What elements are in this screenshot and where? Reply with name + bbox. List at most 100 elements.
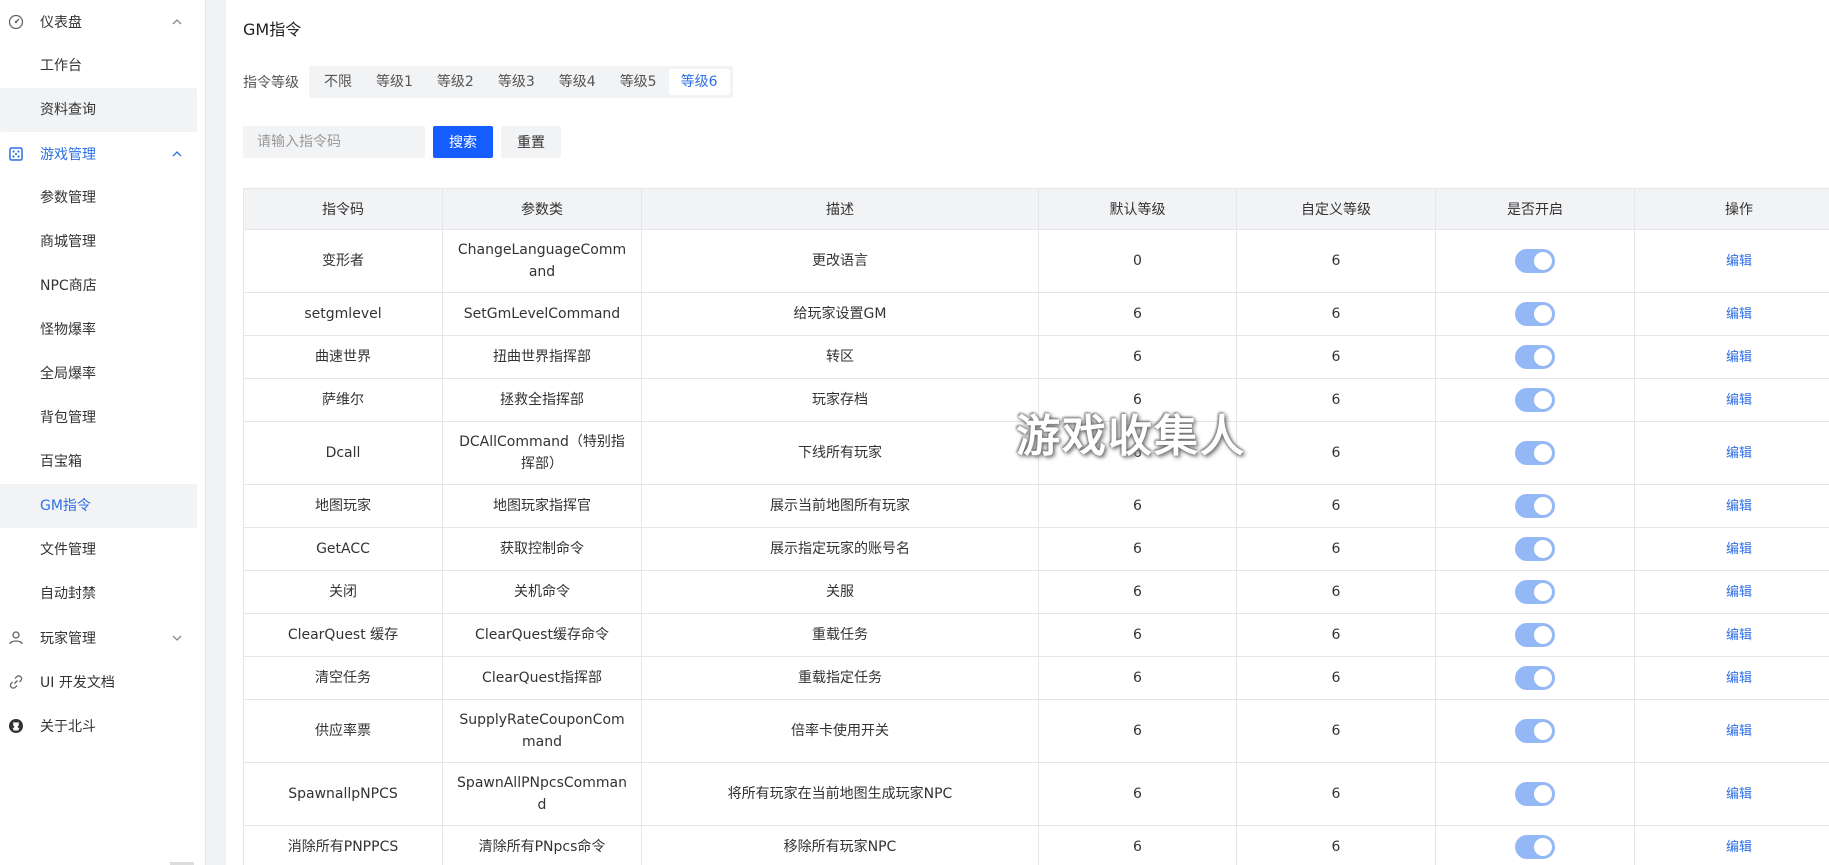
sidebar-group-ui-docs[interactable]: UI 开发文档 xyxy=(0,660,205,704)
sidebar-item-gm-commands[interactable]: GM指令 xyxy=(0,484,197,528)
edit-link[interactable]: 编辑 xyxy=(1726,499,1752,514)
table-row: 地图玩家 地图玩家指挥官 展示当前地图所有玩家 6 6 编辑 xyxy=(243,484,1829,528)
desc-cell: 倍率卡使用开关 xyxy=(641,699,1039,763)
edit-link[interactable]: 编辑 xyxy=(1726,446,1752,461)
sidebar-item-workbench[interactable]: 工作台 xyxy=(0,44,197,88)
desc-cell: 下线所有玩家 xyxy=(641,421,1039,485)
toggle-knob xyxy=(1534,305,1552,323)
search-button[interactable]: 搜索 xyxy=(433,126,493,158)
toggle-knob xyxy=(1534,540,1552,558)
edit-link[interactable]: 编辑 xyxy=(1726,628,1752,643)
level-filter: 指令等级 不限 等级1 等级2 等级3 等级4 等级5 等级6 xyxy=(243,66,733,98)
sidebar-item-params[interactable]: 参数管理 xyxy=(0,176,197,220)
default-level-cell: 6 xyxy=(1038,613,1237,657)
actions-cell: 编辑 xyxy=(1634,699,1829,763)
actions-cell: 编辑 xyxy=(1634,378,1829,422)
actions-cell: 编辑 xyxy=(1634,229,1829,293)
custom-level-cell: 6 xyxy=(1236,656,1436,700)
chevron-up-icon xyxy=(171,148,183,160)
enabled-toggle[interactable] xyxy=(1515,494,1555,518)
table-row: 萨维尔 拯救全指挥部 玩家存档 6 6 编辑 xyxy=(243,378,1829,422)
edit-link[interactable]: 编辑 xyxy=(1726,671,1752,686)
edit-link[interactable]: 编辑 xyxy=(1726,307,1752,322)
column-header-custom-level[interactable]: 自定义等级 xyxy=(1236,188,1436,230)
enabled-toggle[interactable] xyxy=(1515,302,1555,326)
user-icon xyxy=(8,630,24,646)
sidebar-item-global-drop[interactable]: 全局爆率 xyxy=(0,352,197,396)
edit-link[interactable]: 编辑 xyxy=(1726,724,1752,739)
custom-level-cell: 6 xyxy=(1236,421,1436,485)
enabled-cell xyxy=(1435,656,1635,700)
actions-cell: 编辑 xyxy=(1634,527,1829,571)
sidebar-item-shop[interactable]: 商城管理 xyxy=(0,220,197,264)
custom-level-cell: 6 xyxy=(1236,570,1436,614)
enabled-toggle[interactable] xyxy=(1515,441,1555,465)
edit-link[interactable]: 编辑 xyxy=(1726,254,1752,269)
sidebar-item-auto-ban[interactable]: 自动封禁 xyxy=(0,572,197,616)
default-level-cell: 6 xyxy=(1038,656,1237,700)
column-header-desc[interactable]: 描述 xyxy=(641,188,1039,230)
column-header-actions[interactable]: 操作 xyxy=(1634,188,1829,230)
page-title: GM指令 xyxy=(243,20,302,39)
level-tab-1[interactable]: 等级1 xyxy=(364,69,425,95)
custom-level-cell: 6 xyxy=(1236,378,1436,422)
enabled-toggle[interactable] xyxy=(1515,666,1555,690)
toggle-knob xyxy=(1534,391,1552,409)
enabled-toggle[interactable] xyxy=(1515,388,1555,412)
edit-link[interactable]: 编辑 xyxy=(1726,787,1752,802)
level-tab-3[interactable]: 等级3 xyxy=(486,69,547,95)
enabled-toggle[interactable] xyxy=(1515,580,1555,604)
level-tab-2[interactable]: 等级2 xyxy=(425,69,486,95)
custom-level-cell: 6 xyxy=(1236,825,1436,865)
enabled-toggle[interactable] xyxy=(1515,835,1555,859)
desc-cell: 重载指定任务 xyxy=(641,656,1039,700)
sidebar-item-data-query[interactable]: 资料查询 xyxy=(0,88,197,132)
enabled-toggle[interactable] xyxy=(1515,345,1555,369)
sidebar-group-game[interactable]: 游戏管理 xyxy=(0,132,205,176)
reset-button[interactable]: 重置 xyxy=(501,126,561,158)
edit-link[interactable]: 编辑 xyxy=(1726,840,1752,855)
sidebar-group-dashboard[interactable]: 仪表盘 xyxy=(0,0,205,44)
column-header-default-level[interactable]: 默认等级 xyxy=(1038,188,1237,230)
table-row: Dcall DCAllCommand（特别指挥部） 下线所有玩家 6 6 编辑 xyxy=(243,421,1829,485)
column-header-enabled[interactable]: 是否开启 xyxy=(1435,188,1635,230)
sidebar-group-about[interactable]: 关于北斗 xyxy=(0,704,205,748)
chevron-down-icon xyxy=(171,632,183,644)
edit-link[interactable]: 编辑 xyxy=(1726,585,1752,600)
level-tab-4[interactable]: 等级4 xyxy=(547,69,608,95)
edit-link[interactable]: 编辑 xyxy=(1726,393,1752,408)
sidebar-item-monster-drop[interactable]: 怪物爆率 xyxy=(0,308,197,352)
custom-level-cell: 6 xyxy=(1236,292,1436,336)
edit-link[interactable]: 编辑 xyxy=(1726,350,1752,365)
enabled-cell xyxy=(1435,335,1635,379)
enabled-toggle[interactable] xyxy=(1515,623,1555,647)
edit-link[interactable]: 编辑 xyxy=(1726,542,1752,557)
column-header-code[interactable]: 指令码 xyxy=(243,188,443,230)
param-cell: ClearQuest缓存命令 xyxy=(442,613,642,657)
level-tabs: 不限 等级1 等级2 等级3 等级4 等级5 等级6 xyxy=(309,66,733,98)
sidebar-item-npc-shop[interactable]: NPC商店 xyxy=(0,264,197,308)
level-tab-6[interactable]: 等级6 xyxy=(668,69,730,95)
sidebar-item-inventory[interactable]: 背包管理 xyxy=(0,396,197,440)
level-tab-5[interactable]: 等级5 xyxy=(608,69,669,95)
custom-level-cell: 6 xyxy=(1236,527,1436,571)
sidebar-group-players[interactable]: 玩家管理 xyxy=(0,616,205,660)
sidebar-item-treasure-box[interactable]: 百宝箱 xyxy=(0,440,197,484)
code-cell: GetACC xyxy=(243,527,443,571)
enabled-toggle[interactable] xyxy=(1515,719,1555,743)
enabled-toggle[interactable] xyxy=(1515,782,1555,806)
toggle-knob xyxy=(1534,444,1552,462)
command-code-input[interactable] xyxy=(243,126,425,158)
column-header-param[interactable]: 参数类 xyxy=(442,188,642,230)
enabled-toggle[interactable] xyxy=(1515,249,1555,273)
level-tab-all[interactable]: 不限 xyxy=(312,69,364,95)
actions-cell: 编辑 xyxy=(1634,335,1829,379)
enabled-toggle[interactable] xyxy=(1515,537,1555,561)
sidebar-group-label: 游戏管理 xyxy=(40,147,96,163)
code-cell: 萨维尔 xyxy=(243,378,443,422)
sidebar-item-files[interactable]: 文件管理 xyxy=(0,528,197,572)
table-row: ClearQuest 缓存 ClearQuest缓存命令 重载任务 6 6 编辑 xyxy=(243,613,1829,657)
enabled-cell xyxy=(1435,292,1635,336)
desc-cell: 展示当前地图所有玩家 xyxy=(641,484,1039,528)
custom-level-cell: 6 xyxy=(1236,484,1436,528)
